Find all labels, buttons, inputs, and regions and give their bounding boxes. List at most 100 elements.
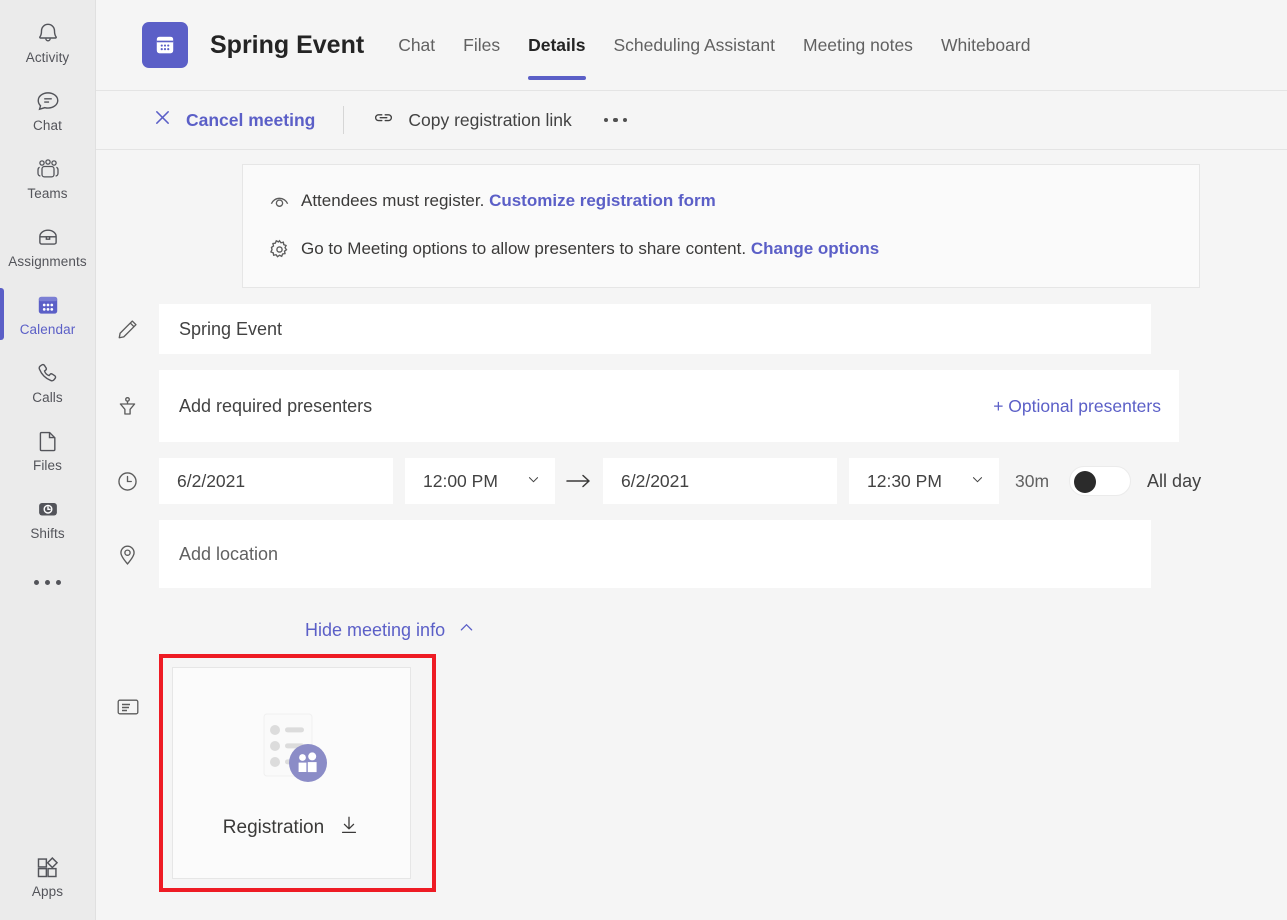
form-row-datetime: 6/2/2021 12:00 PM 6/2/2021 12:30 PM 30m … <box>96 458 1287 504</box>
toolbar-separator <box>343 106 345 134</box>
cancel-meeting-button[interactable]: Cancel meeting <box>142 101 325 139</box>
clock-icon <box>96 469 159 494</box>
end-date-input[interactable]: 6/2/2021 <box>603 458 837 504</box>
required-presenters-input[interactable]: Add required presenters <box>179 396 372 417</box>
cancel-meeting-label: Cancel meeting <box>186 109 316 130</box>
calendar-icon <box>34 291 62 319</box>
chevron-down-icon <box>526 471 541 492</box>
description-icon <box>96 654 159 720</box>
sidebar-item-label: Assignments <box>8 254 87 269</box>
end-time-value: 12:30 PM <box>867 470 942 491</box>
details-body: Attendees must register. Customize regis… <box>96 150 1287 920</box>
sidebar-item-label: Shifts <box>30 526 65 541</box>
form-row-presenters: Add required presenters + Optional prese… <box>96 370 1287 442</box>
sidebar-item-activity[interactable]: Activity <box>0 8 95 76</box>
sidebar-item-assignments[interactable]: Assignments <box>0 212 95 280</box>
sidebar-item-calendar[interactable]: Calendar <box>0 280 95 348</box>
more-options-icon <box>34 579 61 585</box>
location-input[interactable]: Add location <box>159 520 1151 588</box>
sidebar-item-chat[interactable]: Chat <box>0 76 95 144</box>
sidebar-item-files[interactable]: Files <box>0 416 95 484</box>
teams-icon <box>34 155 62 183</box>
customize-registration-form-link[interactable]: Customize registration form <box>489 191 716 210</box>
sidebar-item-calls[interactable]: Calls <box>0 348 95 416</box>
tab-files[interactable]: Files <box>449 0 514 90</box>
datetime-arrow-icon <box>555 471 603 491</box>
sidebar-item-label: Chat <box>33 118 62 133</box>
sidebar-item-label: Apps <box>31 884 64 899</box>
chevron-up-icon <box>457 618 476 642</box>
gear-icon <box>257 237 301 262</box>
banner-message: Attendees must register. <box>301 191 485 210</box>
form-row-location: Add location <box>96 520 1287 588</box>
download-icon[interactable] <box>338 814 360 842</box>
meeting-info-banner: Attendees must register. Customize regis… <box>242 164 1200 288</box>
change-options-link[interactable]: Change options <box>751 239 879 258</box>
meeting-title-input[interactable]: Spring Event <box>159 304 1151 354</box>
left-app-rail: Activity Chat Teams Assignments Calendar… <box>0 0 96 920</box>
shifts-icon <box>34 495 62 523</box>
presenter-icon <box>96 394 159 419</box>
sidebar-item-label: Files <box>32 458 62 473</box>
banner-message: Go to Meeting options to allow presenter… <box>301 239 747 258</box>
teams-app-window: Activity Chat Teams Assignments Calendar… <box>0 0 1287 920</box>
sidebar-item-teams[interactable]: Teams <box>0 144 95 212</box>
presenters-field-container: Add required presenters + Optional prese… <box>159 370 1179 442</box>
registration-card[interactable]: Registration <box>172 667 411 879</box>
hide-meeting-info-label: Hide meeting info <box>305 619 446 640</box>
link-icon <box>372 106 395 134</box>
sidebar-item-label: Calls <box>32 390 63 405</box>
registration-card-highlight: Registration <box>159 654 436 892</box>
main-content: Spring Event Chat Files Details Scheduli… <box>96 0 1287 920</box>
hide-meeting-info-button[interactable]: Hide meeting info <box>305 618 476 642</box>
registration-form-people-icon <box>246 704 338 796</box>
meeting-toolbar: Cancel meeting Copy registration link <box>96 91 1287 149</box>
start-time-value: 12:00 PM <box>423 470 498 491</box>
rail-spacer <box>0 612 95 842</box>
meeting-form: Spring Event Add required presenters + O… <box>96 304 1287 892</box>
duration-label: 30m <box>1015 470 1050 491</box>
all-day-toggle[interactable] <box>1069 466 1132 496</box>
tab-details[interactable]: Details <box>514 0 599 90</box>
registration-card-label: Registration <box>222 817 325 838</box>
end-time-select[interactable]: 12:30 PM <box>849 458 999 504</box>
registration-eye-icon <box>257 189 301 214</box>
calendar-event-icon <box>142 22 188 68</box>
close-icon <box>152 107 173 133</box>
datetime-row: 6/2/2021 12:00 PM 6/2/2021 12:30 PM 30m … <box>159 458 1201 504</box>
sidebar-item-apps[interactable]: Apps <box>0 842 95 910</box>
tab-meeting-notes[interactable]: Meeting notes <box>789 0 927 90</box>
tab-chat[interactable]: Chat <box>384 0 449 90</box>
toolbar-more-options-button[interactable] <box>596 110 636 131</box>
chevron-down-icon <box>970 471 985 492</box>
copy-registration-link-label: Copy registration link <box>408 109 572 130</box>
tab-whiteboard[interactable]: Whiteboard <box>927 0 1045 90</box>
form-row-title: Spring Event <box>96 304 1287 354</box>
meeting-tabs: Chat Files Details Scheduling Assistant … <box>384 0 1044 90</box>
sidebar-more-options[interactable] <box>0 552 95 612</box>
sidebar-item-shifts[interactable]: Shifts <box>0 484 95 552</box>
file-icon <box>34 427 62 455</box>
tab-scheduling-assistant[interactable]: Scheduling Assistant <box>600 0 790 90</box>
optional-presenters-button[interactable]: + Optional presenters <box>993 396 1161 417</box>
all-day-label: All day <box>1147 470 1202 491</box>
banner-text-registration: Attendees must register. Customize regis… <box>301 191 716 211</box>
start-date-input[interactable]: 6/2/2021 <box>159 458 393 504</box>
assignments-icon <box>34 223 62 251</box>
sidebar-item-label: Activity <box>25 50 70 65</box>
chat-icon <box>34 87 62 115</box>
bell-icon <box>34 19 62 47</box>
pencil-icon <box>96 317 159 342</box>
copy-registration-link-button[interactable]: Copy registration link <box>362 100 581 140</box>
meeting-header: Spring Event Chat Files Details Scheduli… <box>96 0 1287 90</box>
banner-row-registration: Attendees must register. Customize regis… <box>257 177 1179 225</box>
form-row-registration: Registration <box>96 654 1287 892</box>
location-pin-icon <box>96 542 159 567</box>
page-title: Spring Event <box>210 30 365 59</box>
phone-icon <box>34 359 62 387</box>
banner-text-meeting-options: Go to Meeting options to allow presenter… <box>301 239 879 259</box>
sidebar-item-label: Teams <box>27 186 68 201</box>
apps-icon <box>34 853 62 881</box>
sidebar-item-label: Calendar <box>19 322 76 337</box>
start-time-select[interactable]: 12:00 PM <box>405 458 555 504</box>
